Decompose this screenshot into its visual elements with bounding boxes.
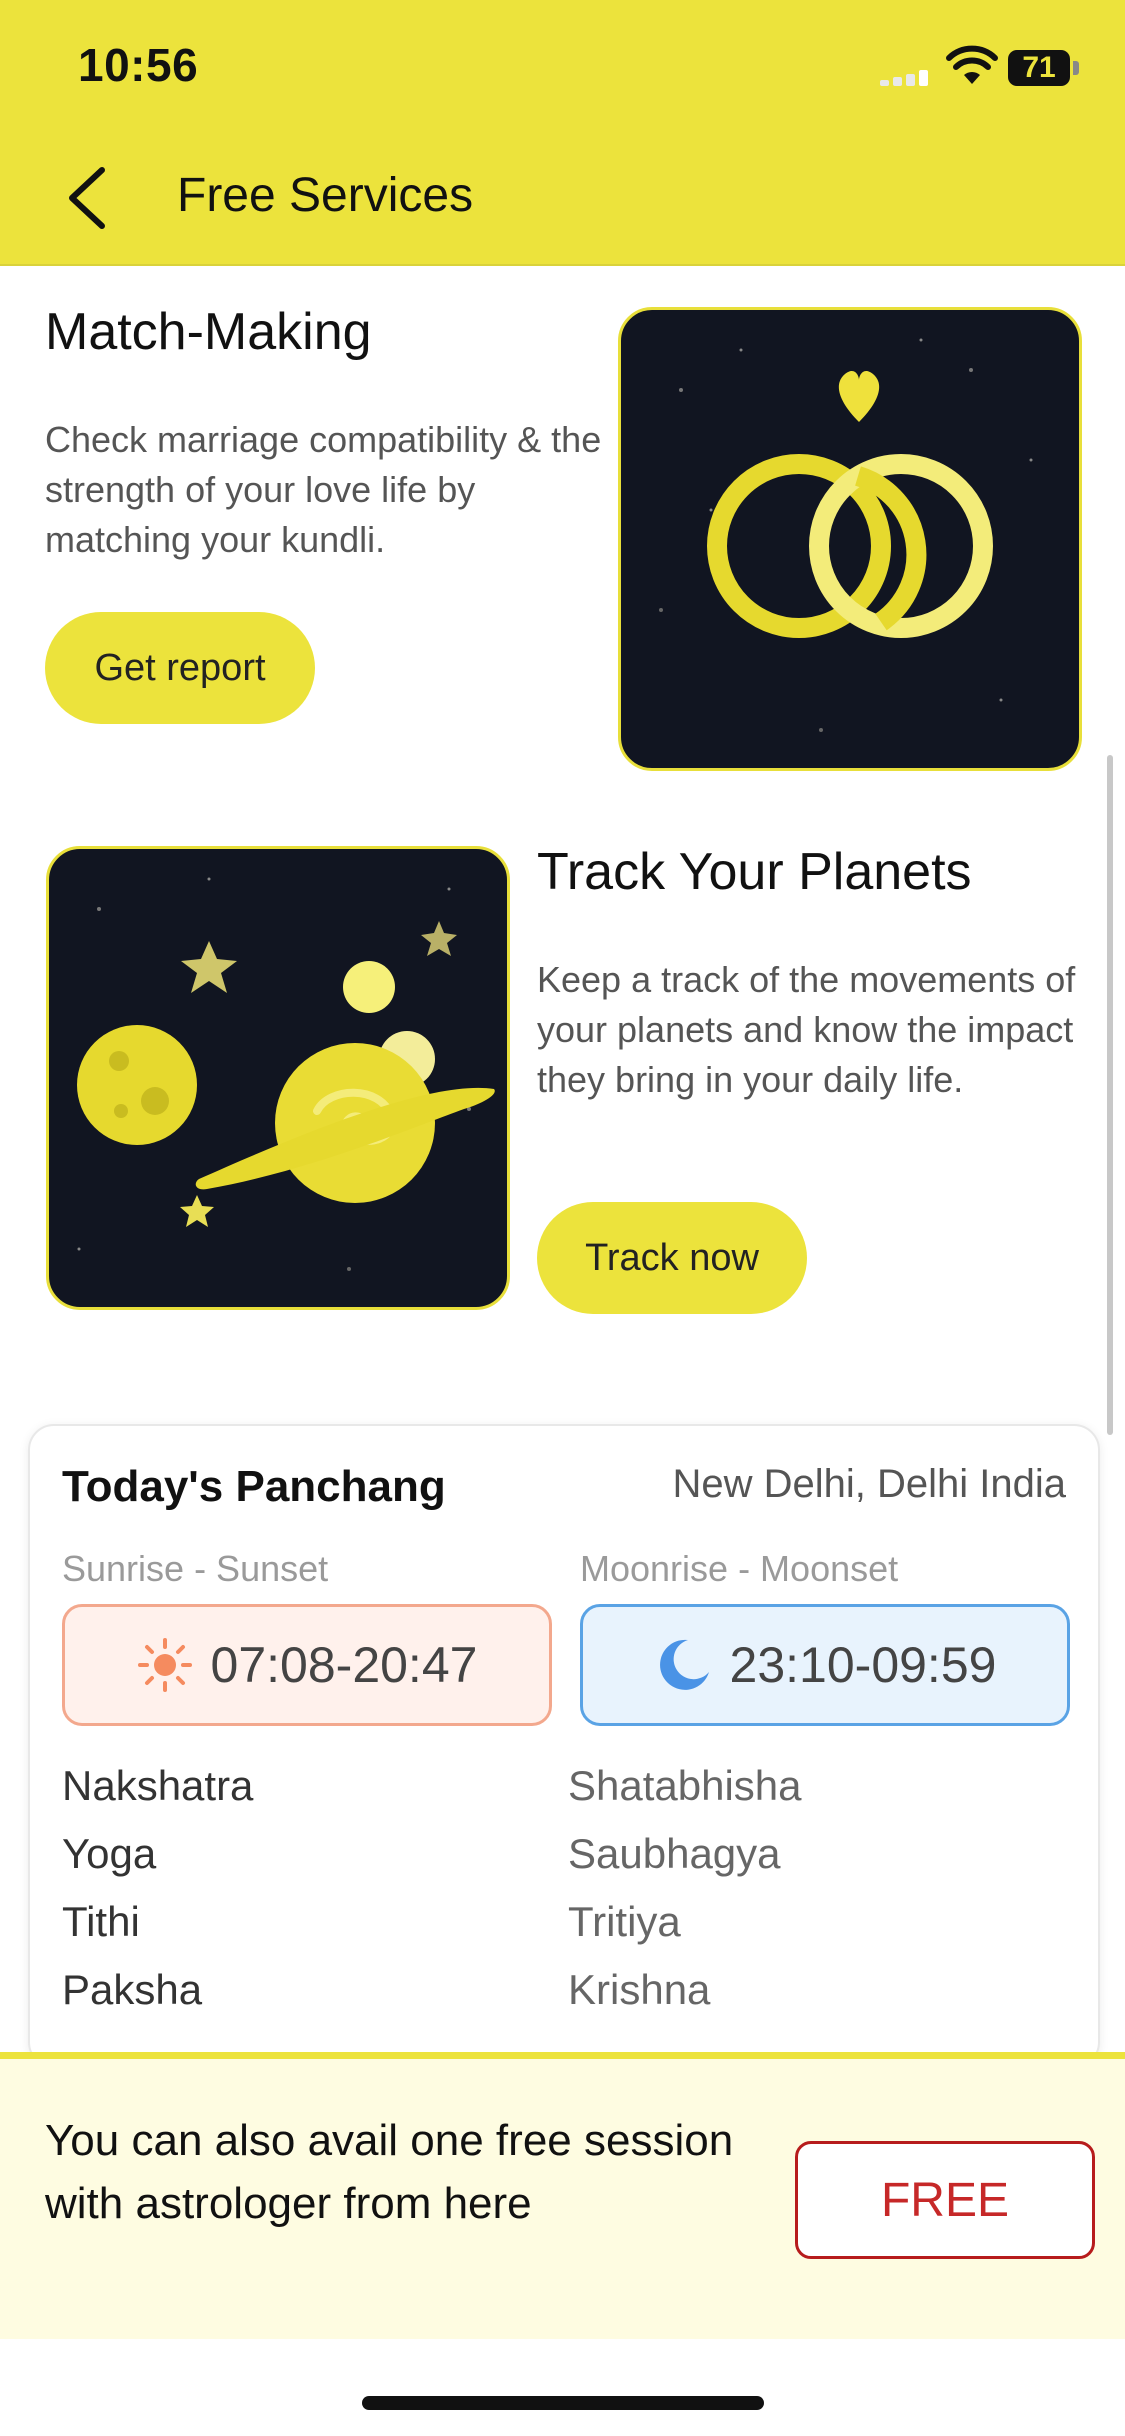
yoga-value: Saubhagya — [568, 1830, 781, 1877]
track-planets-description: Keep a track of the movements of your pl… — [537, 959, 1076, 1100]
tithi-label: Tithi — [62, 1898, 140, 1945]
match-making-description: Check marriage compatibility & the stren… — [45, 419, 602, 560]
moonrise-moonset-time: 23:10-09:59 — [729, 1637, 997, 1693]
panchang-title: Today's Panchang — [62, 1462, 446, 1511]
match-making-title: Match-Making — [45, 303, 372, 361]
free-session-banner: You can also avail one free session with… — [0, 2052, 1125, 2339]
sunrise-sunset-box: 07:08-20:47 — [62, 1604, 552, 1726]
moon-icon — [659, 1639, 709, 1690]
back-arrow-icon[interactable] — [50, 158, 130, 238]
home-indicator[interactable] — [362, 2396, 764, 2410]
free-session-text: You can also avail one free session with… — [45, 2116, 734, 2228]
moonrise-moonset-label: Moonrise - Moonset — [580, 1548, 899, 1589]
wifi-icon — [946, 45, 998, 84]
cellular-signal-icon — [880, 70, 940, 86]
status-bar: 10:56 71 — [0, 0, 1125, 130]
sunrise-sunset-time: 07:08-20:47 — [210, 1637, 478, 1693]
battery-icon: 71 — [1008, 50, 1070, 86]
panchang-location: New Delhi, Delhi India — [672, 1462, 1066, 1506]
page-title: Free Services — [177, 169, 474, 222]
paksha-label: Paksha — [62, 1966, 203, 2013]
paksha-value: Krishna — [568, 1966, 711, 2013]
rings-illustration — [618, 307, 1082, 771]
get-report-button[interactable]: Get report — [45, 612, 315, 724]
sunrise-sunset-label: Sunrise - Sunset — [62, 1548, 329, 1589]
track-now-button[interactable]: Track now — [537, 1202, 807, 1314]
free-button[interactable]: FREE — [795, 2141, 1095, 2259]
nakshatra-value: Shatabhisha — [568, 1762, 802, 1809]
tithi-value: Tritiya — [568, 1898, 681, 1945]
app-header: Free Services — [0, 130, 1125, 266]
nakshatra-label: Nakshatra — [62, 1762, 254, 1809]
planets-illustration — [46, 846, 510, 1310]
scrollbar[interactable] — [1107, 755, 1113, 1435]
status-time: 10:56 — [78, 39, 199, 91]
moonrise-moonset-box: 23:10-09:59 — [580, 1604, 1070, 1726]
battery-tip — [1073, 61, 1079, 75]
track-planets-title: Track Your Planets — [537, 843, 972, 901]
panchang-card: Today's Panchang New Delhi, Delhi India … — [28, 1424, 1100, 2068]
sun-icon — [137, 1638, 192, 1692]
yoga-label: Yoga — [62, 1830, 157, 1877]
